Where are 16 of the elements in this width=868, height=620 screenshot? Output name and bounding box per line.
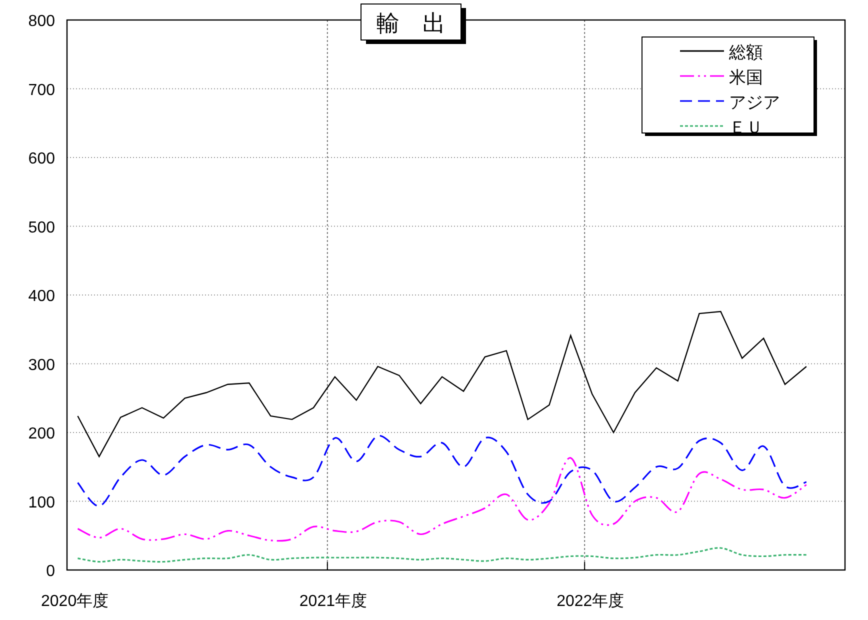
tick-label: 500: [28, 219, 55, 236]
tick-label: 400: [28, 288, 55, 305]
tick-label: 0: [46, 563, 55, 580]
tick-label: 200: [28, 426, 55, 442]
tick-label: 600: [28, 150, 55, 168]
legend-label: アジア: [729, 93, 780, 112]
legend-label: 総額: [729, 43, 763, 62]
legend-label: 米国: [729, 68, 763, 87]
tick-label: 100: [28, 494, 55, 512]
tick-label: 2020年度: [41, 593, 109, 610]
tick-label: 800: [28, 13, 55, 30]
tick-label: 2022年度: [556, 593, 624, 610]
chart-title: 輸 出: [376, 10, 446, 36]
tick-label: 300: [28, 356, 55, 374]
tick-label: 700: [28, 82, 55, 99]
tick-label: 2021年度: [299, 593, 367, 610]
